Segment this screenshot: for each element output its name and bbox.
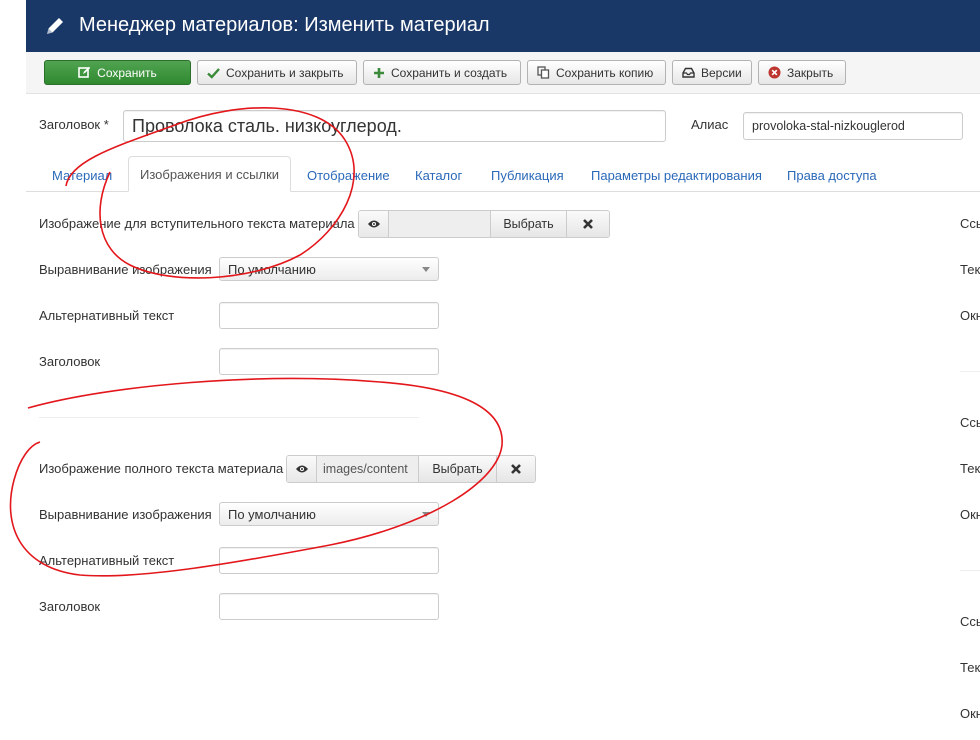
page-header: Менеджер материалов: Изменить материал	[26, 0, 980, 52]
copy-icon	[537, 66, 550, 79]
intro-align-value: По умолчанию	[228, 261, 316, 277]
close-label: Закрыть	[787, 65, 834, 80]
plus-icon	[373, 67, 385, 79]
full-image-clear-icon[interactable]	[497, 456, 535, 482]
tab-permissions[interactable]: Права доступа	[787, 158, 877, 192]
intro-alt-label: Альтернативный текст	[39, 308, 175, 323]
intro-image-media-field: Выбрать	[358, 210, 610, 238]
versions-label: Версии	[701, 65, 742, 80]
link-a-window-label: Окн	[960, 308, 980, 323]
section-divider	[39, 417, 419, 418]
full-align-value: По умолчанию	[228, 506, 316, 522]
tab-editing-options[interactable]: Параметры редактирования	[591, 158, 762, 192]
save-button-label: Сохранить	[97, 65, 157, 80]
title-input[interactable]: Проволока сталь. низкоуглерод.	[123, 110, 666, 142]
link-b-url-label: Ссы	[960, 415, 980, 430]
tab-images-links[interactable]: Изображения и ссылки	[128, 156, 292, 192]
check-icon	[207, 67, 220, 79]
tab-display[interactable]: Отображение	[307, 158, 390, 192]
alias-label: Алиас	[691, 117, 729, 132]
full-alt-label: Альтернативный текст	[39, 553, 175, 568]
intro-align-label: Выравнивание изображения	[39, 262, 212, 277]
save-copy-label: Сохранить копию	[556, 65, 654, 80]
full-caption-label: Заголовок	[39, 599, 101, 614]
save-close-label: Сохранить и закрыть	[226, 65, 344, 80]
link-c-text-label: Тек	[960, 660, 980, 675]
chevron-down-icon	[422, 512, 430, 517]
full-align-select[interactable]: По умолчанию	[219, 502, 439, 526]
full-image-label: Изображение полного текста материала	[39, 461, 284, 476]
link-a-url-label: Ссы	[960, 216, 980, 231]
close-button[interactable]: Закрыть	[758, 60, 846, 85]
right-divider	[960, 371, 980, 372]
archive-icon	[682, 67, 695, 78]
link-c-window-label: Окн	[960, 706, 980, 721]
edit-icon	[78, 66, 91, 79]
link-c-url-label: Ссы	[960, 614, 980, 629]
full-align-label: Выравнивание изображения	[39, 507, 212, 522]
full-alt-input[interactable]	[219, 547, 439, 574]
toolbar: Сохранить Сохранить и закрыть Сохранить …	[26, 52, 980, 94]
tab-catalog[interactable]: Каталог	[415, 158, 462, 192]
right-divider	[960, 570, 980, 571]
intro-caption-label: Заголовок	[39, 354, 101, 369]
save-new-button[interactable]: Сохранить и создать	[363, 60, 521, 85]
pencil-icon	[47, 18, 63, 34]
full-image-select-button[interactable]: Выбрать	[419, 456, 497, 482]
save-new-label: Сохранить и создать	[391, 65, 508, 80]
intro-align-select[interactable]: По умолчанию	[219, 257, 439, 281]
preview-eye-icon[interactable]	[287, 456, 317, 482]
preview-eye-icon[interactable]	[359, 211, 389, 237]
link-a-text-label: Тек	[960, 262, 980, 277]
intro-image-label: Изображение для вступительного текста ма…	[39, 216, 355, 231]
title-label: Заголовок *	[39, 117, 109, 132]
alias-input[interactable]: provoloka-stal-nizkouglerod	[743, 112, 963, 140]
save-close-button[interactable]: Сохранить и закрыть	[197, 60, 357, 85]
chevron-down-icon	[422, 267, 430, 272]
intro-image-clear-icon[interactable]	[567, 211, 609, 237]
full-caption-input[interactable]	[219, 593, 439, 620]
intro-caption-input[interactable]	[219, 348, 439, 375]
close-circle-icon	[768, 66, 781, 79]
link-b-text-label: Тек	[960, 461, 980, 476]
page-title: Менеджер материалов: Изменить материал	[79, 14, 490, 36]
link-b-window-label: Окн	[960, 507, 980, 522]
intro-image-select-button[interactable]: Выбрать	[491, 211, 567, 237]
full-image-media-field: images/content Выбрать	[286, 455, 536, 483]
intro-alt-input[interactable]	[219, 302, 439, 329]
intro-image-path	[389, 211, 491, 237]
save-button[interactable]: Сохранить	[44, 60, 191, 85]
versions-button[interactable]: Версии	[672, 60, 752, 85]
tab-material[interactable]: Материал	[52, 158, 112, 192]
tab-publishing[interactable]: Публикация	[491, 158, 564, 192]
save-copy-button[interactable]: Сохранить копию	[527, 60, 666, 85]
full-image-path: images/content	[317, 456, 419, 482]
